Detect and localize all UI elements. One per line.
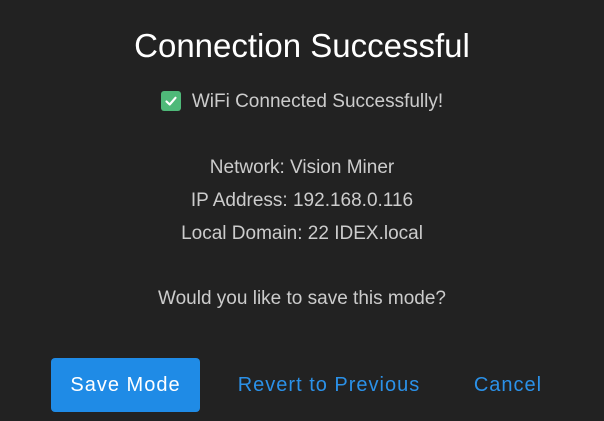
connection-dialog: Connection Successful WiFi Connected Suc… <box>0 0 604 421</box>
revert-to-previous-button[interactable]: Revert to Previous <box>220 358 438 412</box>
status-line: WiFi Connected Successfully! <box>0 90 604 114</box>
status-text: WiFi Connected Successfully! <box>191 91 444 112</box>
check-icon <box>160 91 181 111</box>
dialog-title: Connection Successful <box>134 27 470 64</box>
save-mode-button[interactable]: Save Mode <box>51 358 200 412</box>
network-name: Network: Vision Miner <box>209 157 395 178</box>
cancel-button[interactable]: Cancel <box>460 358 556 412</box>
ip-address: IP Address: 192.168.0.116 <box>190 190 414 211</box>
save-question: Would you like to save this mode? <box>158 288 446 309</box>
local-domain: Local Domain: 22 IDEX.local <box>181 223 423 244</box>
